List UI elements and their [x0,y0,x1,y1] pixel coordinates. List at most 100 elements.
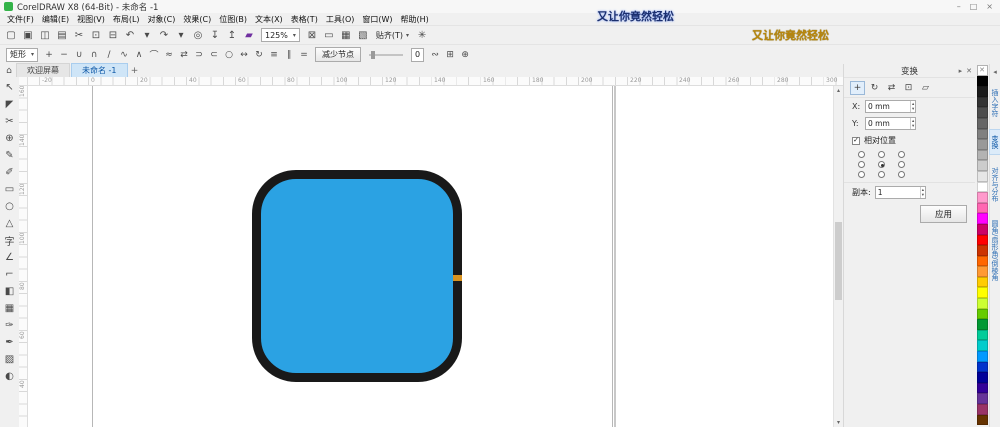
anchor-radio[interactable] [898,171,905,178]
paste-icon[interactable]: ⊟ [105,28,121,43]
zoom-tool-icon[interactable]: ⊕ [1,130,18,147]
connector-tool-icon[interactable]: ⌐ [1,266,18,283]
x-position-field[interactable]: 0 mm ▴ ▾ [865,100,917,113]
anchor-radio[interactable] [858,171,865,178]
redo-icon[interactable]: ↷ [156,28,172,43]
open-icon[interactable]: ▣ [20,28,36,43]
new-document-icon[interactable]: ▢ [3,28,19,43]
color-swatch[interactable] [976,287,988,299]
copy-icon[interactable]: ⊡ [88,28,104,43]
menu-item[interactable]: 文件(F) [3,14,38,25]
vertical-scrollbar[interactable]: ▴ ▾ [833,86,843,427]
anchor-radio[interactable] [858,161,865,168]
color-swatch[interactable] [976,245,988,256]
fill-tool-icon[interactable]: ▨ [1,351,18,368]
export-icon[interactable]: ↥ [224,28,240,43]
undo-dropdown-icon[interactable]: ▾ [139,28,155,43]
stretch-nodes-icon[interactable]: ↔ [237,48,251,62]
rotate-mode-icon[interactable]: ↻ [867,81,882,95]
color-swatch[interactable] [976,139,988,150]
scroll-down-icon[interactable]: ▾ [834,418,843,427]
scroll-up-icon[interactable]: ▴ [834,86,843,95]
interactive-fill-tool-icon[interactable]: ◧ [1,283,18,300]
outline-pen-tool-icon[interactable]: ✒ [1,334,18,351]
color-swatch[interactable] [976,75,988,87]
options-gear-icon[interactable]: ✳ [414,28,430,43]
show-rulers-icon[interactable]: ▭ [321,28,337,43]
menu-item[interactable]: 对象(C) [144,14,180,25]
color-swatch[interactable] [976,276,988,288]
symmetrical-node-icon[interactable]: ≈ [162,48,176,62]
select-all-nodes-icon[interactable]: ⊞ [443,48,457,62]
menu-item[interactable]: 帮助(H) [397,14,433,25]
delete-node-icon[interactable]: − [57,48,71,62]
no-color-swatch[interactable]: ✕ [976,65,988,76]
color-swatch[interactable] [976,181,988,193]
crop-tool-icon[interactable]: ✂ [1,113,18,130]
color-swatch[interactable] [976,319,988,330]
anchor-radio[interactable] [878,161,885,168]
color-swatch[interactable] [976,351,988,362]
artistic-media-tool-icon[interactable]: ✐ [1,164,18,181]
y-spin-buttons[interactable]: ▴ ▾ [910,118,915,129]
docker-flyout-icon[interactable]: ▸ [959,67,963,75]
spin-down-icon[interactable]: ▾ [911,124,915,129]
ellipse-tool-icon[interactable]: ○ [1,198,18,215]
anchor-radio[interactable] [898,151,905,158]
y-position-field[interactable]: 0 mm ▴ ▾ [865,117,917,130]
apply-button[interactable]: 应用 [919,205,967,223]
snap-to-button[interactable]: 贴齐(T) ▾ [372,30,413,41]
align-nodes-icon[interactable]: ≡ [267,48,281,62]
polygon-tool-icon[interactable]: △ [1,215,18,232]
menu-item[interactable]: 编辑(E) [38,14,73,25]
menu-item[interactable]: 文本(X) [251,14,287,25]
fullscreen-preview-icon[interactable]: ⊠ [304,28,320,43]
color-swatch[interactable] [976,213,988,224]
close-curve-icon[interactable]: ○ [222,48,236,62]
color-swatch[interactable] [976,202,988,214]
color-swatch[interactable] [976,192,988,203]
shape-tool-icon[interactable]: ◤ [1,96,18,113]
reflect-horizontal-icon[interactable]: ∥ [282,48,296,62]
minimize-button[interactable]: – [957,2,961,11]
color-swatch[interactable] [976,298,988,309]
menu-item[interactable]: 效果(C) [179,14,215,25]
reflect-vertical-icon[interactable]: = [297,48,311,62]
color-swatch[interactable] [976,393,988,404]
tab-untitled-1[interactable]: 未命名 -1 [71,63,128,77]
docker-tab[interactable]: 插入字符 [990,84,1000,122]
add-node-icon[interactable]: + [42,48,56,62]
position-mode-icon[interactable]: + [850,81,865,95]
color-swatch[interactable] [976,107,988,118]
drawing-canvas[interactable] [28,86,833,427]
selection-mode-combo[interactable]: 矩形 ▾ [6,47,39,62]
ruler-origin-corner[interactable] [19,77,28,86]
docker-tab[interactable]: 变换 [989,129,1000,155]
show-grid-icon[interactable]: ▦ [338,28,354,43]
cut-icon[interactable]: ✂ [71,28,87,43]
skew-mode-icon[interactable]: ▱ [918,81,933,95]
transparency-tool-icon[interactable]: ◐ [1,368,18,385]
scrollbar-thumb[interactable] [835,222,842,300]
relative-position-checkbox[interactable]: ✓ [852,136,860,145]
anchor-radio[interactable] [878,151,885,158]
home-icon[interactable]: ⌂ [2,65,16,77]
menu-item[interactable]: 窗口(W) [358,14,396,25]
collapse-docker-icon[interactable]: ◂ [993,68,997,76]
convert-to-curve-icon[interactable]: ∿ [117,48,131,62]
copies-spin-buttons[interactable]: ▴ ▾ [919,187,925,198]
color-swatch[interactable] [976,340,988,352]
color-swatch[interactable] [976,308,988,320]
horizontal-ruler[interactable]: -20 0 20 40 60 80 100 120 140 160 180 20… [28,77,843,86]
search-content-icon[interactable]: ◎ [190,28,206,43]
undo-icon[interactable]: ↶ [122,28,138,43]
color-swatch[interactable] [976,255,988,267]
smooth-node-icon[interactable]: ⌒ [147,48,161,62]
join-nodes-icon[interactable]: ∪ [72,48,86,62]
color-swatch[interactable] [976,234,988,246]
break-curve-icon[interactable]: ∩ [87,48,101,62]
menu-item[interactable]: 表格(T) [287,14,322,25]
color-swatch[interactable] [976,404,988,415]
color-swatch[interactable] [976,372,988,383]
menu-item[interactable]: 位图(B) [215,14,251,25]
